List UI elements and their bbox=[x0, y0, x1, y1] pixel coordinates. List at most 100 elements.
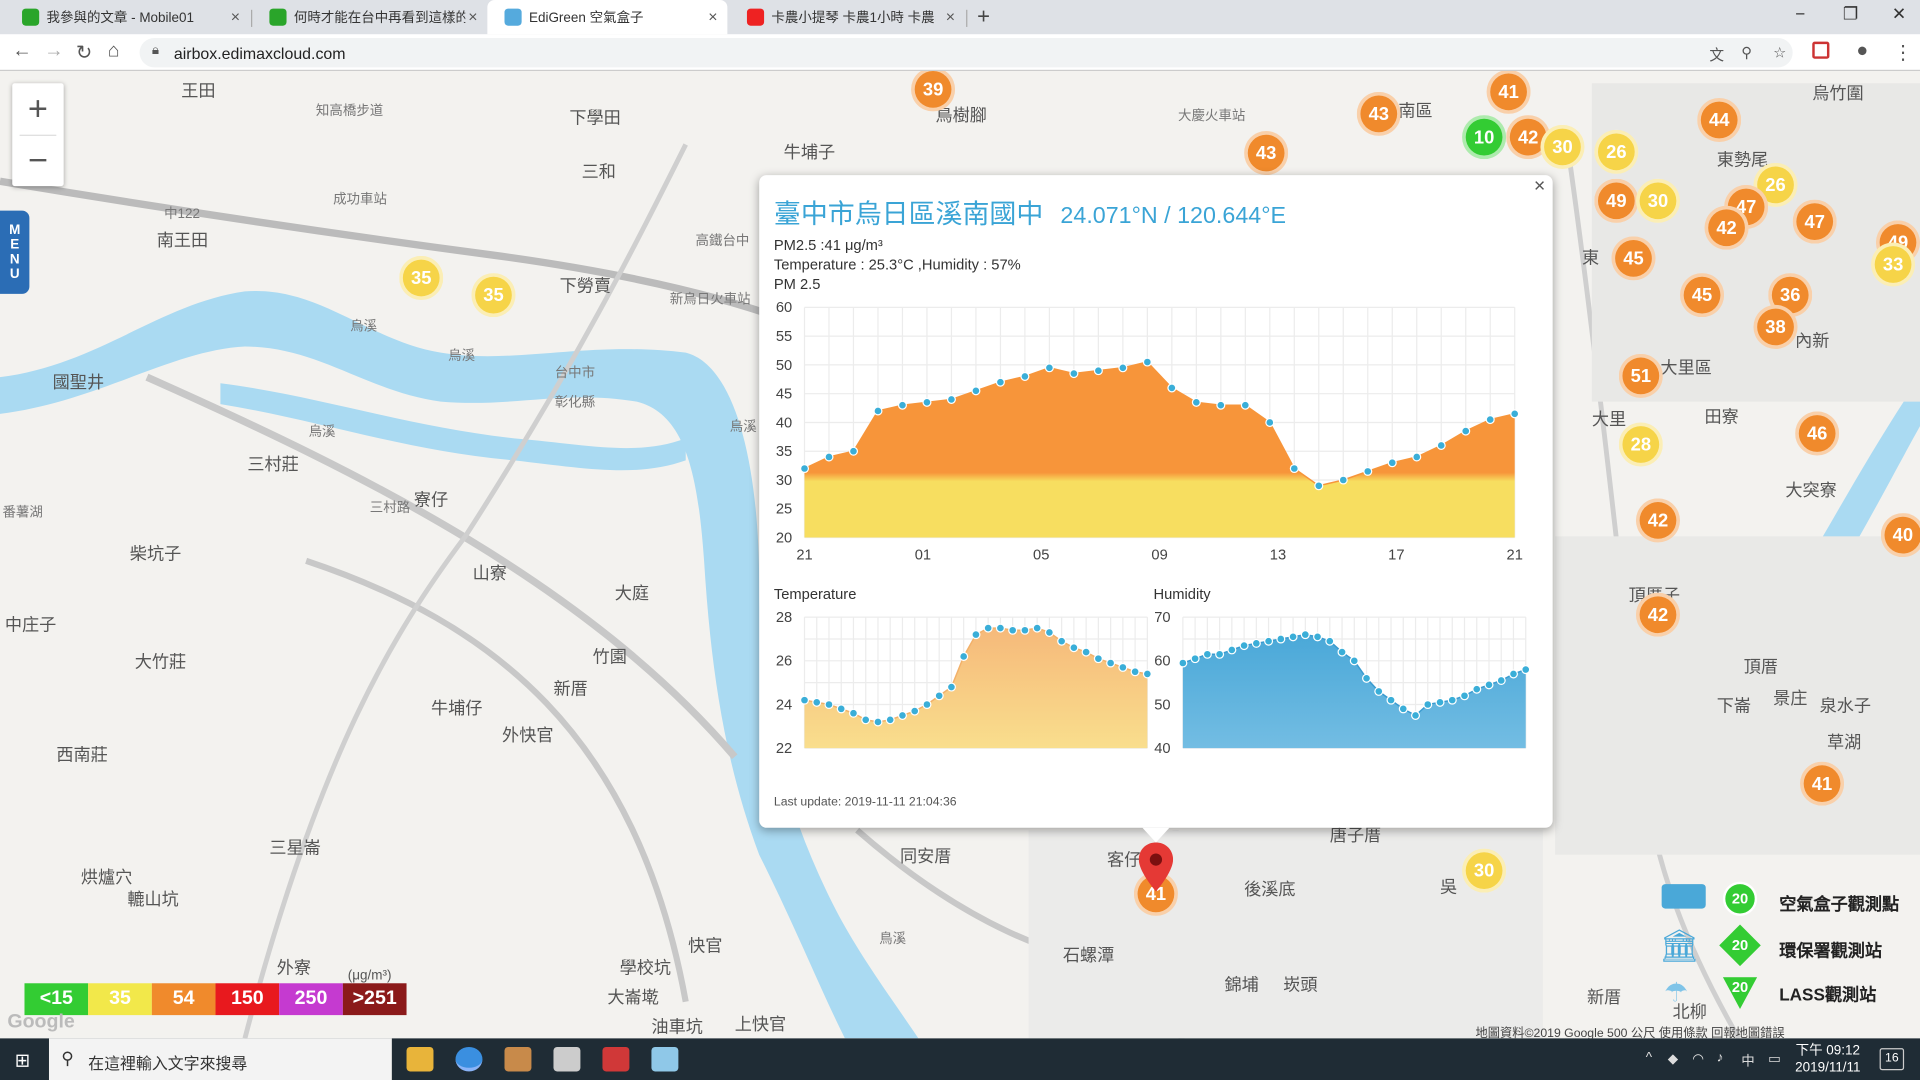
extension-icon[interactable] bbox=[1812, 41, 1830, 59]
data-point bbox=[1191, 397, 1201, 407]
home-icon[interactable]: ⌂ bbox=[108, 40, 120, 62]
minimize-button[interactable]: − bbox=[1795, 4, 1805, 24]
y-tick-label: 24 bbox=[776, 697, 792, 713]
x-tick-label: 21 bbox=[796, 548, 812, 564]
data-point bbox=[1349, 656, 1359, 666]
window-close-button[interactable]: ✕ bbox=[1892, 4, 1906, 25]
close-icon[interactable]: × bbox=[946, 7, 955, 25]
data-point bbox=[812, 697, 822, 707]
place-label: 烏溪 bbox=[350, 319, 378, 335]
data-point bbox=[1338, 475, 1348, 485]
browser-tab-3-active[interactable]: EdiGreen 空氣盒子 × bbox=[487, 0, 728, 35]
y-tick-label: 45 bbox=[776, 387, 792, 403]
notification-icon[interactable]: 16 bbox=[1879, 1048, 1905, 1071]
volume-icon[interactable]: ♪ bbox=[1717, 1051, 1724, 1066]
data-point bbox=[1178, 658, 1188, 668]
aqi-marker[interactable]: 45 bbox=[1611, 236, 1656, 281]
x-tick-label: 01 bbox=[915, 548, 931, 564]
ime-indicator[interactable]: 中 bbox=[1741, 1051, 1754, 1071]
reload-icon[interactable]: ↻ bbox=[76, 40, 92, 64]
shield-icon[interactable]: ◆ bbox=[1668, 1051, 1678, 1067]
aqi-marker[interactable]: 41 bbox=[1800, 761, 1845, 806]
data-point bbox=[1510, 409, 1520, 419]
place-label: 快官 bbox=[688, 935, 723, 956]
file-explorer-icon[interactable] bbox=[406, 1046, 434, 1072]
taskbar-search[interactable]: ⚲ 在這裡輸入文字來搜尋 bbox=[48, 1038, 392, 1080]
place-label: 大慶火車站 bbox=[1177, 108, 1246, 124]
app-icon[interactable] bbox=[553, 1046, 581, 1072]
translate-icon[interactable]: 文 bbox=[1709, 44, 1724, 65]
data-point bbox=[1106, 658, 1116, 668]
browser-tab-2[interactable]: 何時才能在台中再看到這樣的藍天 × bbox=[252, 0, 487, 34]
aqi-marker[interactable]: 42 bbox=[1704, 205, 1749, 250]
aqi-marker[interactable]: 44 bbox=[1697, 97, 1742, 143]
station-type-legend: 20 空氣盒子觀測點 🏛︎ 20 環保署觀測站 ☂ 20 LASS觀測站 bbox=[1659, 879, 1920, 1016]
place-label: 景庄 bbox=[1773, 688, 1808, 708]
aqi-marker[interactable]: 10 bbox=[1462, 115, 1507, 160]
aqi-marker[interactable]: 30 bbox=[1540, 124, 1585, 169]
aqi-marker[interactable]: 30 bbox=[1635, 178, 1681, 223]
app-icon[interactable] bbox=[651, 1046, 679, 1072]
map-copyright[interactable]: 地圖資料©2019 Google 500 公尺 使用條款 回報地圖錯誤 bbox=[1476, 1022, 1785, 1038]
lass-sensor-icon: ☂ bbox=[1664, 977, 1689, 1008]
aqi-marker[interactable]: 47 bbox=[1792, 199, 1837, 244]
tray-arrow-icon[interactable]: ^ bbox=[1646, 1051, 1652, 1066]
aqi-marker[interactable]: 38 bbox=[1753, 304, 1798, 349]
restore-button[interactable]: ❐ bbox=[1843, 4, 1858, 25]
aqi-marker[interactable]: 51 bbox=[1618, 353, 1663, 398]
close-icon[interactable]: × bbox=[231, 7, 240, 25]
keyboard-icon[interactable]: ▭ bbox=[1768, 1051, 1781, 1067]
place-label: 後溪底 bbox=[1244, 879, 1296, 899]
aqi-marker[interactable]: 43 bbox=[1244, 131, 1289, 176]
aqi-marker[interactable]: 43 bbox=[1356, 91, 1401, 136]
legend-level: 150 bbox=[215, 983, 280, 1016]
forward-arrow-icon[interactable]: → bbox=[44, 40, 64, 62]
address-bar[interactable]: 🔒︎ airbox.edimaxcloud.com 文 ⚲ ☆ bbox=[139, 37, 1793, 68]
aqi-marker[interactable]: 42 bbox=[1635, 592, 1681, 637]
app-icon[interactable] bbox=[504, 1046, 532, 1072]
aqi-marker[interactable]: 26 bbox=[1594, 129, 1639, 174]
place-label: 大里 bbox=[1591, 408, 1627, 429]
browser-tab-1[interactable]: 我參與的文章 - Mobile01 × bbox=[5, 0, 250, 34]
new-tab-button[interactable]: + bbox=[977, 4, 990, 30]
station-legend-label: 空氣盒子觀測點 bbox=[1779, 893, 1900, 914]
data-point bbox=[995, 377, 1005, 387]
aqi-marker[interactable]: 42 bbox=[1635, 498, 1681, 543]
aqi-marker[interactable]: 40 bbox=[1880, 513, 1920, 558]
windows-start-icon[interactable]: ⊞ bbox=[15, 1049, 30, 1072]
aqi-marker[interactable]: 30 bbox=[1462, 848, 1507, 893]
back-arrow-icon[interactable]: ← bbox=[12, 40, 32, 62]
data-point bbox=[1251, 638, 1261, 648]
y-tick-label: 40 bbox=[776, 415, 792, 431]
tab-title: EdiGreen 空氣盒子 bbox=[528, 11, 644, 26]
more-menu-icon[interactable]: ⋮ bbox=[1893, 40, 1913, 64]
map-pin-icon[interactable] bbox=[1138, 842, 1174, 892]
profile-icon[interactable]: ● bbox=[1856, 40, 1868, 62]
menu-tab-button[interactable]: M E N U bbox=[0, 210, 30, 294]
zoom-in-button[interactable]: + bbox=[12, 83, 63, 134]
y-tick-label: 20 bbox=[776, 530, 792, 546]
data-point bbox=[1337, 647, 1347, 657]
aqi-marker[interactable]: 33 bbox=[1871, 242, 1916, 287]
station-legend-label: 環保署觀測站 bbox=[1779, 940, 1883, 961]
browser-tab-4[interactable]: 卡農小提琴 卡農1小時 卡農D × bbox=[730, 0, 965, 34]
taskbar-clock[interactable]: 下午 09:12 2019/11/11 bbox=[1795, 1042, 1860, 1076]
close-icon[interactable]: × bbox=[468, 7, 477, 25]
aqi-marker[interactable]: 28 bbox=[1618, 422, 1663, 467]
chrome-icon[interactable] bbox=[455, 1046, 483, 1072]
place-label: 三村莊 bbox=[247, 454, 299, 474]
aqi-marker[interactable]: 35 bbox=[399, 255, 444, 301]
station-legend-label: LASS觀測站 bbox=[1779, 984, 1877, 1005]
aqi-marker[interactable]: 35 bbox=[471, 273, 516, 318]
zoom-icon[interactable]: ⚲ bbox=[1741, 44, 1752, 61]
aqi-marker[interactable]: 46 bbox=[1795, 411, 1840, 456]
zoom-out-button[interactable]: − bbox=[12, 135, 63, 186]
wifi-icon[interactable]: ◠ bbox=[1692, 1051, 1704, 1067]
y-tick-label: 28 bbox=[776, 610, 792, 626]
app-icon[interactable] bbox=[602, 1046, 630, 1072]
aqi-marker[interactable]: 45 bbox=[1680, 273, 1725, 318]
bookmark-star-icon[interactable]: ☆ bbox=[1773, 44, 1786, 61]
close-icon[interactable]: × bbox=[708, 7, 717, 25]
aqi-marker[interactable]: 49 bbox=[1594, 178, 1639, 223]
aqi-marker[interactable]: 41 bbox=[1486, 71, 1531, 114]
